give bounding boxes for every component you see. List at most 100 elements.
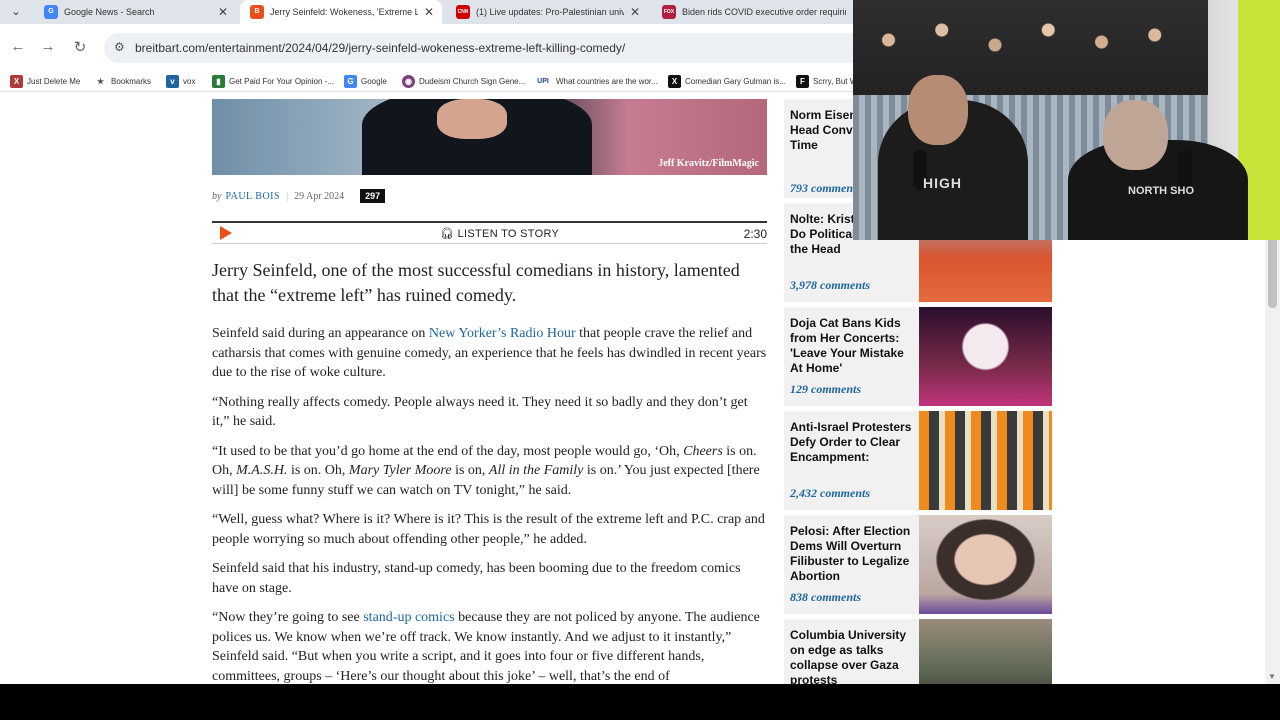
tab-search-menu[interactable]: ⌄	[6, 3, 26, 21]
sidebar-story[interactable]: Columbia University on edge as talks col…	[784, 619, 1052, 684]
listen-label: 🎧︎ LISTEN TO STORY	[440, 227, 559, 240]
bookmark-icon: X	[10, 75, 23, 88]
hero-image: Jeff Kravitz/FilmMagic	[212, 99, 767, 175]
host-right-head	[1103, 100, 1168, 170]
hero-hand-shape	[437, 99, 507, 139]
bookmark-label: Comedian Gary Gulman is...	[685, 77, 786, 86]
shirt-text-left: HIGH	[923, 175, 962, 191]
bookmark-bookmarks[interactable]: ★ Bookmarks	[94, 75, 151, 88]
text: “It used to be that you’d go home at the…	[212, 443, 684, 459]
article-paragraph: “Nothing really affects comedy. People a…	[212, 394, 748, 430]
tab-title: Google News - Search	[64, 7, 155, 17]
author-link[interactable]: PAUL BOIS	[225, 191, 280, 202]
vox-icon: v	[166, 75, 179, 88]
sidebar-story-comments[interactable]: 2,432 comments	[790, 486, 870, 501]
sidebar-story-title[interactable]: Pelosi: After Election Dems Will Overtur…	[790, 524, 914, 584]
sidebar-story-title[interactable]: Doja Cat Bans Kids from Her Concerts: 'L…	[790, 316, 914, 376]
photo-credit: Jeff Kravitz/FilmMagic	[658, 158, 759, 169]
x-icon: X	[668, 75, 681, 88]
text: “Now they’re going to see	[212, 610, 364, 625]
bookmark-label: vox	[183, 77, 196, 86]
show-title: Cheers	[683, 443, 723, 459]
fox-icon: FOX	[662, 5, 676, 19]
article-body: Jerry Seinfeld, one of the most successf…	[212, 258, 768, 684]
stand-up-comics-link[interactable]: stand-up comics	[363, 610, 454, 625]
tab-breitbart[interactable]: B Jerry Seinfeld: Wokeness, 'Extreme Lef…	[240, 0, 442, 24]
tab-google-news[interactable]: G Google News - Search ✕	[34, 0, 236, 24]
google-icon: G	[344, 75, 357, 88]
bookmark-icon: ▮	[212, 75, 225, 88]
close-icon[interactable]: ✕	[218, 5, 228, 19]
bookmark-label: Bookmarks	[111, 77, 152, 86]
text: is on,	[451, 463, 489, 478]
google-news-icon: G	[44, 5, 58, 19]
sidebar-story-image[interactable]	[919, 619, 1052, 684]
article-paragraph: “It used to be that you’d go home at the…	[212, 442, 768, 501]
bookmark-google[interactable]: G Google	[344, 75, 387, 88]
comment-count-badge[interactable]: 297	[360, 189, 386, 203]
listen-to-story-bar[interactable]: 🎧︎ LISTEN TO STORY 2:30	[212, 221, 767, 244]
listen-label-text: LISTEN TO STORY	[457, 228, 560, 240]
publish-date: 29 Apr 2024	[294, 190, 345, 202]
scroll-down-icon[interactable]: ▼	[1268, 672, 1276, 681]
bookmark-upi[interactable]: UPI What countries are the wor...	[534, 75, 658, 88]
sidebar-story[interactable]: Doja Cat Bans Kids from Her Concerts: 'L…	[784, 307, 1052, 406]
bookmark-icon: F	[796, 75, 809, 88]
bookmark-get-paid[interactable]: ▮ Get Paid For Your Opinion -...	[212, 75, 334, 88]
text: Seinfeld said during an appearance on	[212, 326, 429, 341]
article-paragraph: Seinfeld said that his industry, stand-u…	[212, 561, 741, 596]
sidebar-story-image[interactable]	[919, 411, 1052, 510]
byline-divider: |	[286, 190, 289, 202]
sidebar-story-image[interactable]	[919, 515, 1052, 614]
bookmark-icon: ◉	[402, 75, 415, 88]
byline: by PAUL BOIS | 29 Apr 2024 297	[212, 189, 386, 203]
text: is on. Oh,	[287, 463, 349, 478]
bookmark-label: Get Paid For Your Opinion -...	[229, 77, 334, 86]
byline-by: by	[212, 190, 222, 202]
upi-icon: UPI	[537, 78, 549, 85]
sidebar-story-comments[interactable]: 793 comments	[790, 181, 861, 196]
bookmark-label: What countries are the wor...	[556, 77, 658, 86]
host-left-head	[908, 75, 968, 145]
play-icon[interactable]	[220, 226, 232, 240]
article-paragraph: “Now they’re going to see stand-up comic…	[212, 608, 768, 684]
new-yorker-radio-hour-link[interactable]: New Yorker’s Radio Hour	[429, 326, 576, 341]
address-bar[interactable]: ⚙ breitbart.com/entertainment/2024/04/29…	[104, 33, 864, 63]
sidebar-story-comments[interactable]: 838 comments	[790, 590, 861, 605]
show-title: All in the Family	[488, 463, 584, 478]
microphone-icon	[1178, 150, 1192, 190]
bookmark-label: Scrry, But W	[813, 77, 858, 86]
address-url: breitbart.com/entertainment/2024/04/29/j…	[135, 41, 626, 55]
bookmark-vox[interactable]: v vox	[166, 75, 195, 88]
forward-arrow-icon[interactable]: →	[38, 38, 58, 55]
site-info-icon[interactable]: ⚙	[114, 40, 125, 54]
sidebar-story-comments[interactable]: 129 comments	[790, 382, 861, 397]
close-icon[interactable]: ✕	[630, 5, 640, 19]
show-title: Mary Tyler Moore	[348, 463, 452, 478]
sidebar-story[interactable]: Pelosi: After Election Dems Will Overtur…	[784, 515, 1052, 614]
tab-title: Biden rids COVID executive order requiri…	[682, 7, 846, 17]
sidebar-story-image[interactable]	[919, 307, 1052, 406]
bookmark-just-delete-me[interactable]: X Just Delete Me	[10, 75, 80, 88]
tab-cnn[interactable]: CNN (1) Live updates: Pro-Palestinian un…	[446, 0, 648, 24]
star-icon: ★	[96, 77, 105, 86]
bookmark-scrry[interactable]: F Scrry, But W	[796, 75, 857, 88]
headphones-icon: 🎧︎	[440, 228, 455, 240]
sidebar-story-title[interactable]: Columbia University on edge as talks col…	[790, 628, 914, 684]
shirt-text-right: NORTH SHO	[1128, 185, 1194, 197]
reload-icon[interactable]: ↻	[70, 38, 90, 56]
bookmark-dudeism[interactable]: ◉ Dudeism Church Sign Gene...	[402, 75, 525, 88]
show-title: M.A.S.H.	[236, 463, 288, 478]
close-icon[interactable]: ✕	[424, 5, 434, 19]
article-paragraph: Seinfeld said during an appearance on Ne…	[212, 324, 768, 383]
tab-fox[interactable]: FOX Biden rids COVID executive order req…	[652, 0, 854, 24]
back-arrow-icon[interactable]: ←	[8, 38, 28, 55]
tab-title: (1) Live updates: Pro-Palestinian univer…	[476, 7, 624, 17]
audio-duration: 2:30	[743, 227, 767, 241]
breitbart-icon: B	[250, 5, 264, 19]
sidebar-story[interactable]: Anti-Israel Protesters Defy Order to Cle…	[784, 411, 1052, 510]
sidebar-story-comments[interactable]: 3,978 comments	[790, 278, 870, 293]
sidebar-story-title[interactable]: Anti-Israel Protesters Defy Order to Cle…	[790, 420, 914, 465]
cnn-icon: CNN	[456, 5, 470, 19]
bookmark-gary-gulman[interactable]: X Comedian Gary Gulman is...	[668, 75, 786, 88]
